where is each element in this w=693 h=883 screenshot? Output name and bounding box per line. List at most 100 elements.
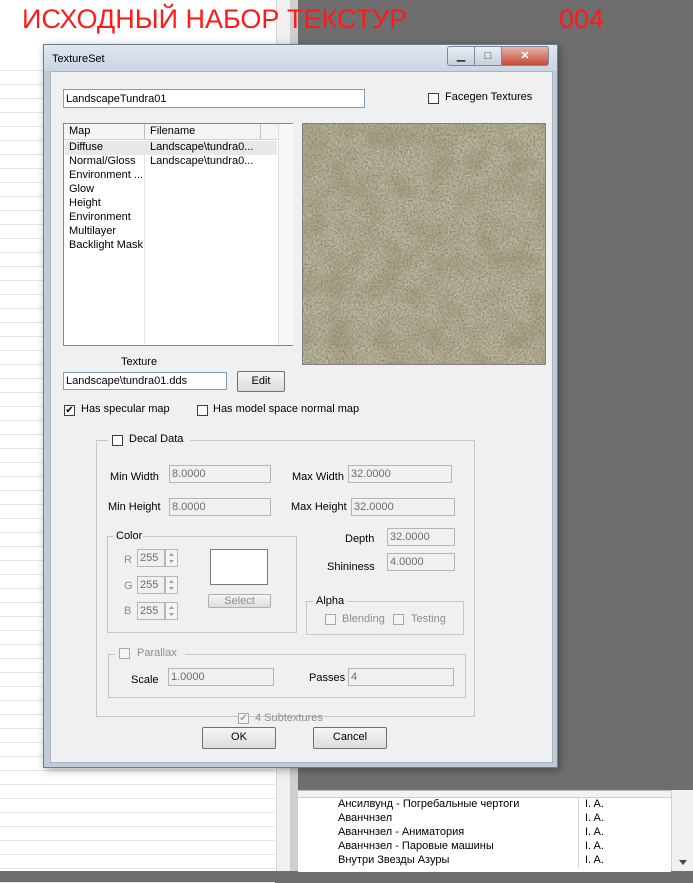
max-height-field[interactable] [351, 498, 455, 516]
parallax-checkbox[interactable] [119, 648, 130, 659]
map-row[interactable]: Multilayer [65, 225, 277, 239]
list-item[interactable]: Аванчнзел I. A. [298, 812, 671, 826]
cell-name: Ансилвунд - Погребальные чертоги [338, 798, 520, 810]
b-label: B [124, 605, 132, 617]
cell-list-header [298, 791, 671, 798]
map-row[interactable]: Glow [65, 183, 277, 197]
color-label: Color [116, 530, 143, 542]
list-item[interactable]: Ансилвунд - Погребальные чертоги I. A. [298, 798, 671, 812]
map-name: Normal/Gloss [69, 155, 136, 167]
r-field[interactable] [137, 549, 165, 567]
shininess-field[interactable] [387, 553, 455, 571]
has-specular-checkbox[interactable]: ✔ [64, 405, 75, 416]
background-row [0, 798, 275, 813]
b-spinner[interactable] [165, 602, 178, 620]
cell-flags: I. A. [585, 826, 604, 838]
map-name: Height [69, 197, 101, 209]
map-name: Diffuse [69, 141, 104, 153]
min-width-label: Min Width [110, 471, 159, 483]
depth-field[interactable] [387, 528, 455, 546]
tundra-texture-image [303, 124, 545, 364]
map-row[interactable]: Normal/Gloss Landscape\tundra0... [65, 155, 277, 169]
map-row[interactable]: Environment ... [65, 169, 277, 183]
map-list-scrollbar[interactable] [278, 124, 293, 345]
column-header-filename[interactable]: Filename [150, 125, 195, 137]
g-field[interactable] [137, 576, 165, 594]
dialog-title: TextureSet [52, 53, 105, 65]
facegen-label: Facegen Textures [445, 91, 533, 103]
texture-preview-image [302, 123, 546, 365]
cell-list: Ансилвунд - Погребальные чертоги I. A. Ав… [298, 790, 671, 872]
map-row[interactable]: Diffuse Landscape\tundra0... [65, 141, 277, 155]
background-row [0, 770, 275, 785]
passes-label: Passes [309, 672, 346, 684]
dialog-client: Facegen Textures Map Filename Diffuse Lan… [50, 71, 553, 763]
r-label: R [124, 554, 132, 566]
testing-checkbox[interactable] [393, 614, 404, 625]
map-filename: Landscape\tundra0... [150, 155, 254, 167]
alpha-label: Alpha [316, 595, 345, 607]
ok-button[interactable]: OK [202, 727, 276, 749]
map-row[interactable]: Height [65, 197, 277, 211]
map-name: Multilayer [69, 225, 117, 237]
maximize-button[interactable]: □ [474, 46, 502, 66]
max-width-field[interactable] [348, 465, 452, 483]
scale-label: Scale [131, 674, 159, 686]
max-height-label: Max Height [291, 501, 347, 513]
background-row [0, 868, 275, 883]
cancel-button[interactable]: Cancel [313, 727, 387, 749]
checkmark-icon: ✔ [239, 713, 248, 724]
map-row[interactable]: Backlight Mask [65, 239, 277, 253]
map-name: Glow [69, 183, 95, 195]
color-group [107, 536, 297, 633]
min-height-field[interactable] [169, 498, 271, 516]
b-field[interactable] [137, 602, 165, 620]
map-name: Environment ... [69, 169, 143, 181]
dialog-titlebar[interactable]: TextureSet ▁ □ ✕ [44, 45, 557, 71]
decal-data-label: Decal Data [129, 433, 184, 445]
select-button[interactable]: Select [208, 594, 271, 608]
map-list[interactable]: Map Filename Diffuse Landscape\tundra0...… [63, 123, 293, 346]
blending-checkbox[interactable] [325, 614, 336, 625]
spinner-arrows-icon [169, 580, 174, 590]
texture-path-field[interactable] [63, 372, 227, 390]
minimize-button[interactable]: ▁ [447, 46, 475, 66]
checkmark-icon: ✔ [65, 405, 74, 416]
passes-field[interactable] [348, 668, 454, 686]
spinner-arrows-icon [169, 553, 174, 563]
list-item[interactable]: Внутри Звезды Азуры I. A. [298, 854, 671, 868]
model-space-checkbox[interactable] [197, 405, 208, 416]
r-spinner[interactable] [165, 549, 178, 567]
min-width-field[interactable] [169, 465, 271, 483]
map-filename: Landscape\tundra0... [150, 141, 254, 153]
editor-id-field[interactable] [63, 89, 365, 108]
subtextures-checkbox[interactable]: ✔ [238, 713, 249, 724]
shininess-label: Shininess [327, 561, 375, 573]
facegen-checkbox[interactable] [428, 93, 439, 104]
close-button[interactable]: ✕ [501, 46, 549, 66]
overlay-number: 004 [559, 4, 605, 34]
column-header-map[interactable]: Map [69, 125, 90, 137]
decal-data-checkbox[interactable] [112, 435, 123, 446]
background-row [0, 812, 275, 827]
has-specular-label: Has specular map [81, 403, 170, 415]
map-list-header: Map Filename [64, 124, 278, 140]
list-item[interactable]: Аванчнзел - Аниматория I. A. [298, 826, 671, 840]
cell-list-scrollbar[interactable] [671, 790, 693, 871]
cell-flags: I. A. [585, 854, 604, 866]
cell-name: Аванчнзел - Аниматория [338, 826, 465, 838]
cell-flags: I. A. [585, 798, 604, 810]
g-spinner[interactable] [165, 576, 178, 594]
background-row [0, 840, 275, 855]
parallax-label: Parallax [137, 647, 177, 659]
list-item[interactable]: Аванчнзел - Паровые машины I. A. [298, 840, 671, 854]
spinner-arrows-icon [169, 606, 174, 616]
background-row [0, 784, 275, 799]
subtextures-label: 4 Subtextures [255, 712, 323, 724]
color-swatch[interactable] [210, 549, 268, 585]
cell-flags: I. A. [585, 840, 604, 852]
edit-button[interactable]: Edit [237, 371, 285, 392]
background-row [0, 826, 275, 841]
map-row[interactable]: Environment [65, 211, 277, 225]
scale-field[interactable] [168, 668, 274, 686]
